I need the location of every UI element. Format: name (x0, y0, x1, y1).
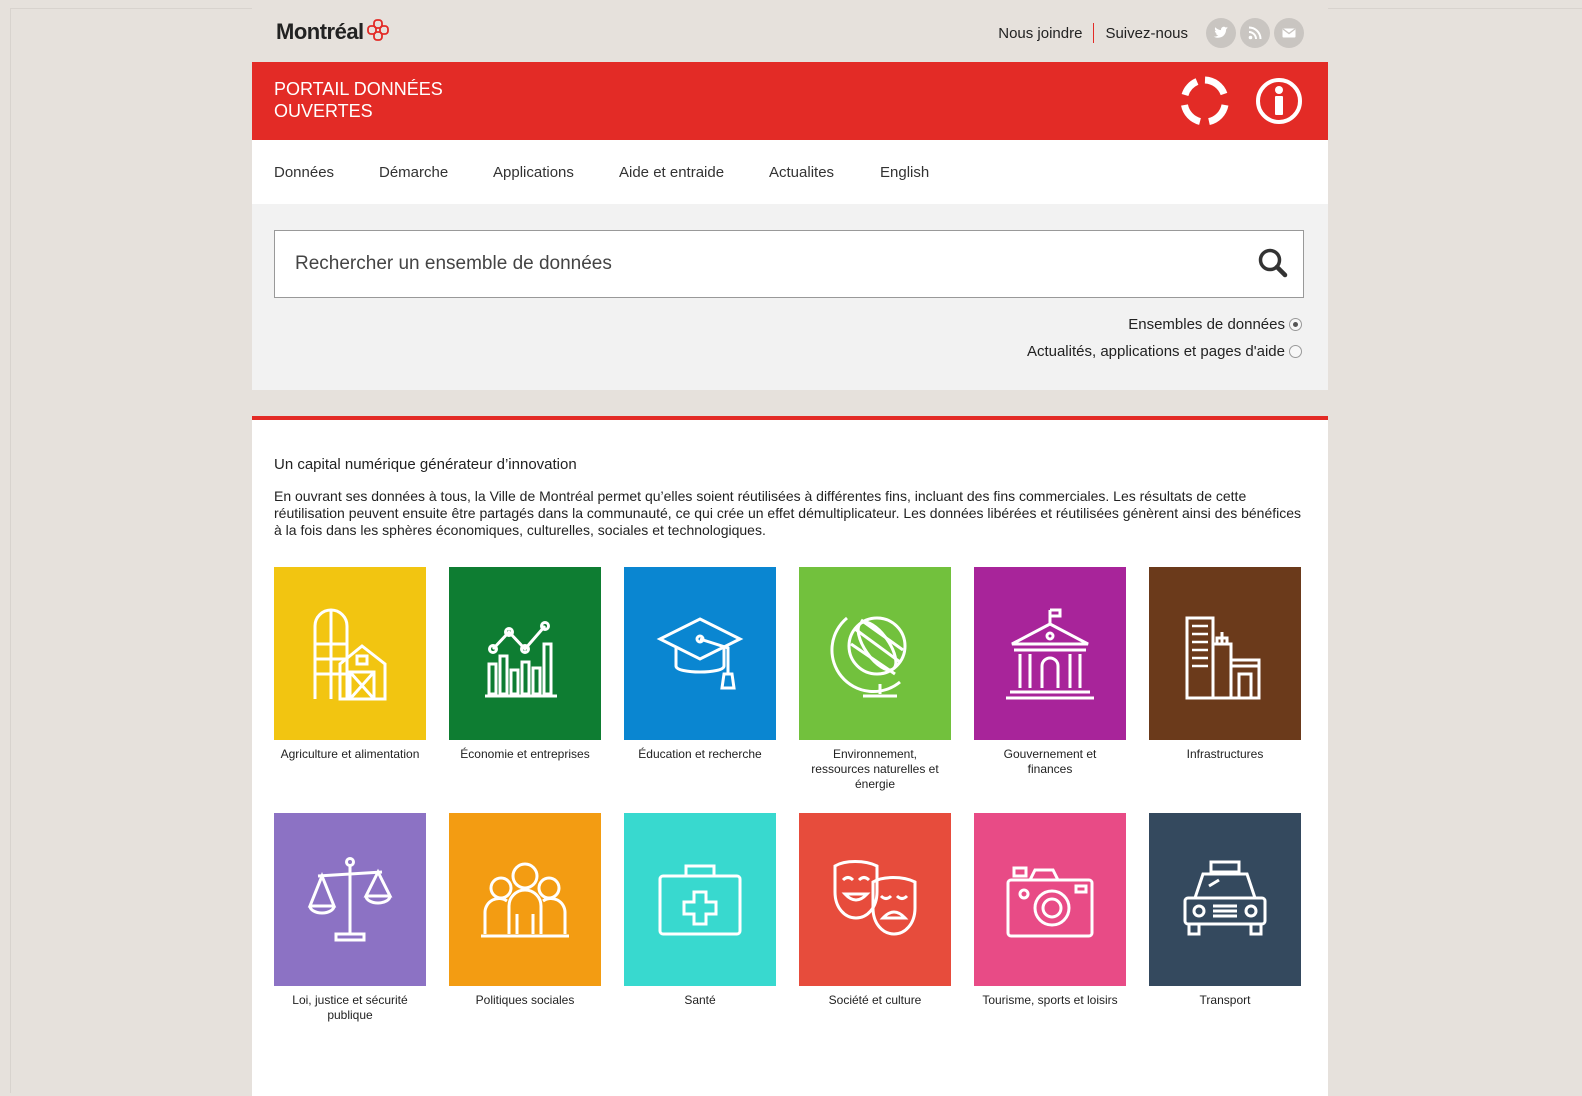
search-option-news[interactable]: Actualités, applications et pages d'aide (1027, 343, 1302, 360)
category-environnement-tile[interactable] (799, 567, 951, 740)
follow-label: Suivez-nous (1105, 24, 1188, 42)
category-economie[interactable]: Économie et entreprises (449, 567, 601, 762)
search-icon[interactable] (1257, 247, 1289, 284)
category-justice-tile[interactable] (274, 813, 426, 986)
theater-masks-icon (833, 859, 917, 936)
category-agriculture[interactable]: Agriculture et alimentation (274, 567, 426, 762)
category-politiques-sociales-tile[interactable] (449, 813, 601, 986)
category-agriculture-label: Agriculture et alimentation (280, 747, 420, 761)
people-group-icon (481, 862, 569, 937)
bar-chart-trend-icon (485, 620, 557, 697)
category-education-label: Éducation et recherche (638, 747, 762, 761)
search-input[interactable] (293, 231, 1217, 297)
buildings-icon (1185, 616, 1261, 699)
contact-link[interactable]: Nous joindre (998, 25, 1082, 42)
globe-icon (830, 616, 907, 697)
graduation-cap-icon (656, 616, 744, 689)
category-tourisme[interactable]: Tourisme, sports et loisirs (974, 813, 1126, 1008)
medical-kit-icon (658, 864, 742, 935)
category-infrastructures-label: Infrastructures (1186, 747, 1264, 761)
montreal-logo[interactable]: Montréal (276, 18, 390, 48)
banner-icons (1156, 76, 1304, 131)
portal-title-line2: OUVERTES (274, 101, 373, 121)
category-infrastructures[interactable]: Infrastructures (1149, 567, 1301, 762)
intro-paragraph: En ouvrant ses données à tous, la Ville … (274, 488, 1302, 538)
category-sante[interactable]: Santé (624, 813, 776, 1008)
taxi-icon (1183, 860, 1267, 935)
nav-item-english[interactable]: English (880, 164, 929, 181)
nav-item-actualites[interactable]: Actualites (769, 164, 834, 181)
category-education-tile[interactable] (624, 567, 776, 740)
category-education[interactable]: Éducation et recherche (624, 567, 776, 762)
email-icon[interactable] (1274, 18, 1304, 48)
category-agriculture-tile[interactable] (274, 567, 426, 740)
intro-heading: Un capital numérique générateur d’innova… (274, 456, 577, 473)
search-option-datasets[interactable]: Ensembles de données (1128, 316, 1302, 333)
nav-item-aide[interactable]: Aide et entraide (619, 164, 724, 181)
category-transport-label: Transport (1199, 993, 1251, 1007)
category-sante-tile[interactable] (624, 813, 776, 986)
category-societe-culture[interactable]: Société et culture (799, 813, 951, 1008)
montreal-rosette-icon (366, 18, 390, 48)
portal-title-line1: PORTAIL DONNÉES (274, 79, 443, 99)
category-environnement[interactable]: Environnement, ressources naturelles et … (799, 567, 951, 792)
info-icon[interactable] (1254, 76, 1304, 131)
category-justice-label: Loi, justice et sécurité publique (292, 993, 408, 1022)
nav-item-applications[interactable]: Applications (493, 164, 574, 181)
category-tourisme-label: Tourisme, sports et loisirs (982, 993, 1118, 1007)
nav-item-donnees[interactable]: Données (274, 164, 334, 181)
category-transport[interactable]: Transport (1149, 813, 1301, 1008)
search-section: Ensembles de données Actualités, applica… (252, 204, 1328, 390)
category-gouvernement-label: Gouvernement et finances (1003, 747, 1097, 776)
portal-banner: PORTAIL DONNÉES OUVERTES (252, 62, 1328, 140)
category-sante-label: Santé (684, 993, 716, 1007)
open-data-ring-icon[interactable] (1180, 76, 1230, 131)
search-box (274, 230, 1304, 298)
nav-item-demarche[interactable]: Démarche (379, 164, 448, 181)
main-content: Un capital numérique générateur d’innova… (252, 416, 1328, 1096)
portal-title[interactable]: PORTAIL DONNÉES OUVERTES (274, 78, 443, 122)
category-gouvernement-tile[interactable] (974, 567, 1126, 740)
logo-text: Montréal (276, 18, 364, 44)
top-links: Nous joindre Suivez-nous (998, 18, 1304, 48)
category-economie-tile[interactable] (449, 567, 601, 740)
top-bar: Montréal Nous joindre Suivez-nous (252, 0, 1328, 62)
search-option-datasets-label: Ensembles de données (1128, 316, 1285, 333)
farm-silo-icon (313, 608, 387, 700)
category-transport-tile[interactable] (1149, 813, 1301, 986)
rss-icon[interactable] (1240, 18, 1270, 48)
category-politiques-sociales[interactable]: Politiques sociales (449, 813, 601, 1008)
category-justice[interactable]: Loi, justice et sécurité publique (274, 813, 426, 1023)
category-economie-label: Économie et entreprises (460, 747, 590, 761)
category-environnement-label: Environnement, ressources naturelles et … (811, 747, 939, 791)
page: Montréal Nous joindre Suivez-nous PORTAI… (252, 0, 1328, 1096)
twitter-icon[interactable] (1206, 18, 1236, 48)
link-separator (1093, 23, 1095, 43)
government-building-icon (1006, 608, 1094, 699)
category-societe-culture-label: Société et culture (828, 993, 922, 1007)
scales-icon (307, 856, 393, 941)
camera-icon (1006, 866, 1094, 937)
category-societe-culture-tile[interactable] (799, 813, 951, 986)
radio-news[interactable] (1289, 345, 1302, 358)
category-infrastructures-tile[interactable] (1149, 567, 1301, 740)
main-nav: Données Démarche Applications Aide et en… (252, 140, 1328, 204)
radio-datasets[interactable] (1289, 318, 1302, 331)
search-option-news-label: Actualités, applications et pages d'aide (1026, 343, 1285, 360)
category-gouvernement[interactable]: Gouvernement et finances (974, 567, 1126, 777)
category-politiques-sociales-label: Politiques sociales (475, 993, 575, 1007)
category-tourisme-tile[interactable] (974, 813, 1126, 986)
social-icons (1202, 18, 1304, 48)
